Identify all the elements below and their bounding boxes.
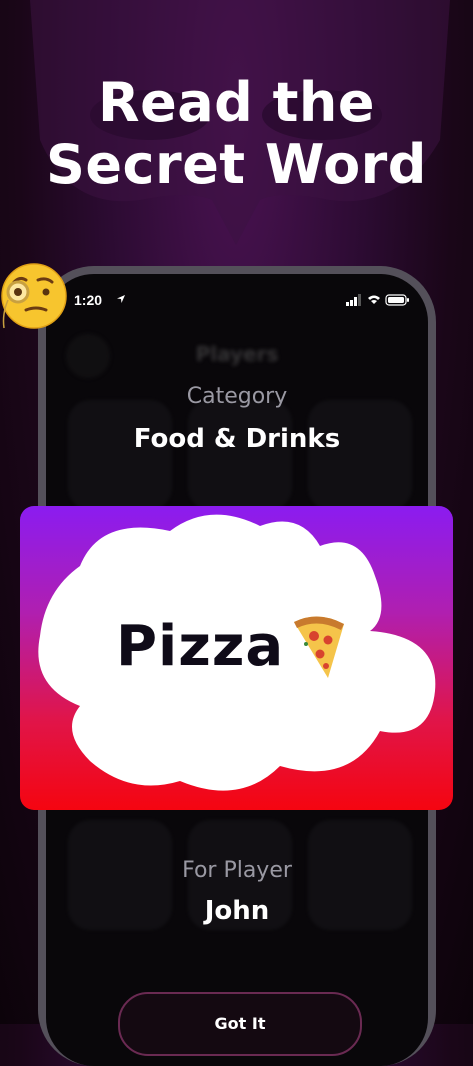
category-label: Category <box>186 384 288 409</box>
wifi-icon <box>368 295 380 304</box>
headline-line-1: Read the <box>98 71 375 134</box>
pizza-icon <box>294 616 344 678</box>
monocle-face-icon <box>1 263 67 329</box>
status-time: 1:20 <box>74 292 103 308</box>
secret-word-card[interactable]: Pizza <box>20 506 453 810</box>
status-icons <box>346 294 409 306</box>
secret-word: Pizza <box>116 614 285 679</box>
player-tile <box>308 400 412 510</box>
category-value: Food & Drinks <box>133 424 341 454</box>
player-tile <box>68 400 172 510</box>
player-label: For Player <box>182 858 292 883</box>
player-name: John <box>204 896 270 926</box>
location-arrow-icon <box>117 295 125 303</box>
headline: Read the Secret Word <box>0 72 473 196</box>
blurred-title: Players <box>195 342 279 366</box>
signal-icon <box>346 294 361 306</box>
got-it-button[interactable]: Got It <box>118 992 362 1056</box>
player-tile <box>188 400 292 510</box>
headline-line-2: Secret Word <box>46 133 427 196</box>
battery-icon <box>385 294 409 306</box>
